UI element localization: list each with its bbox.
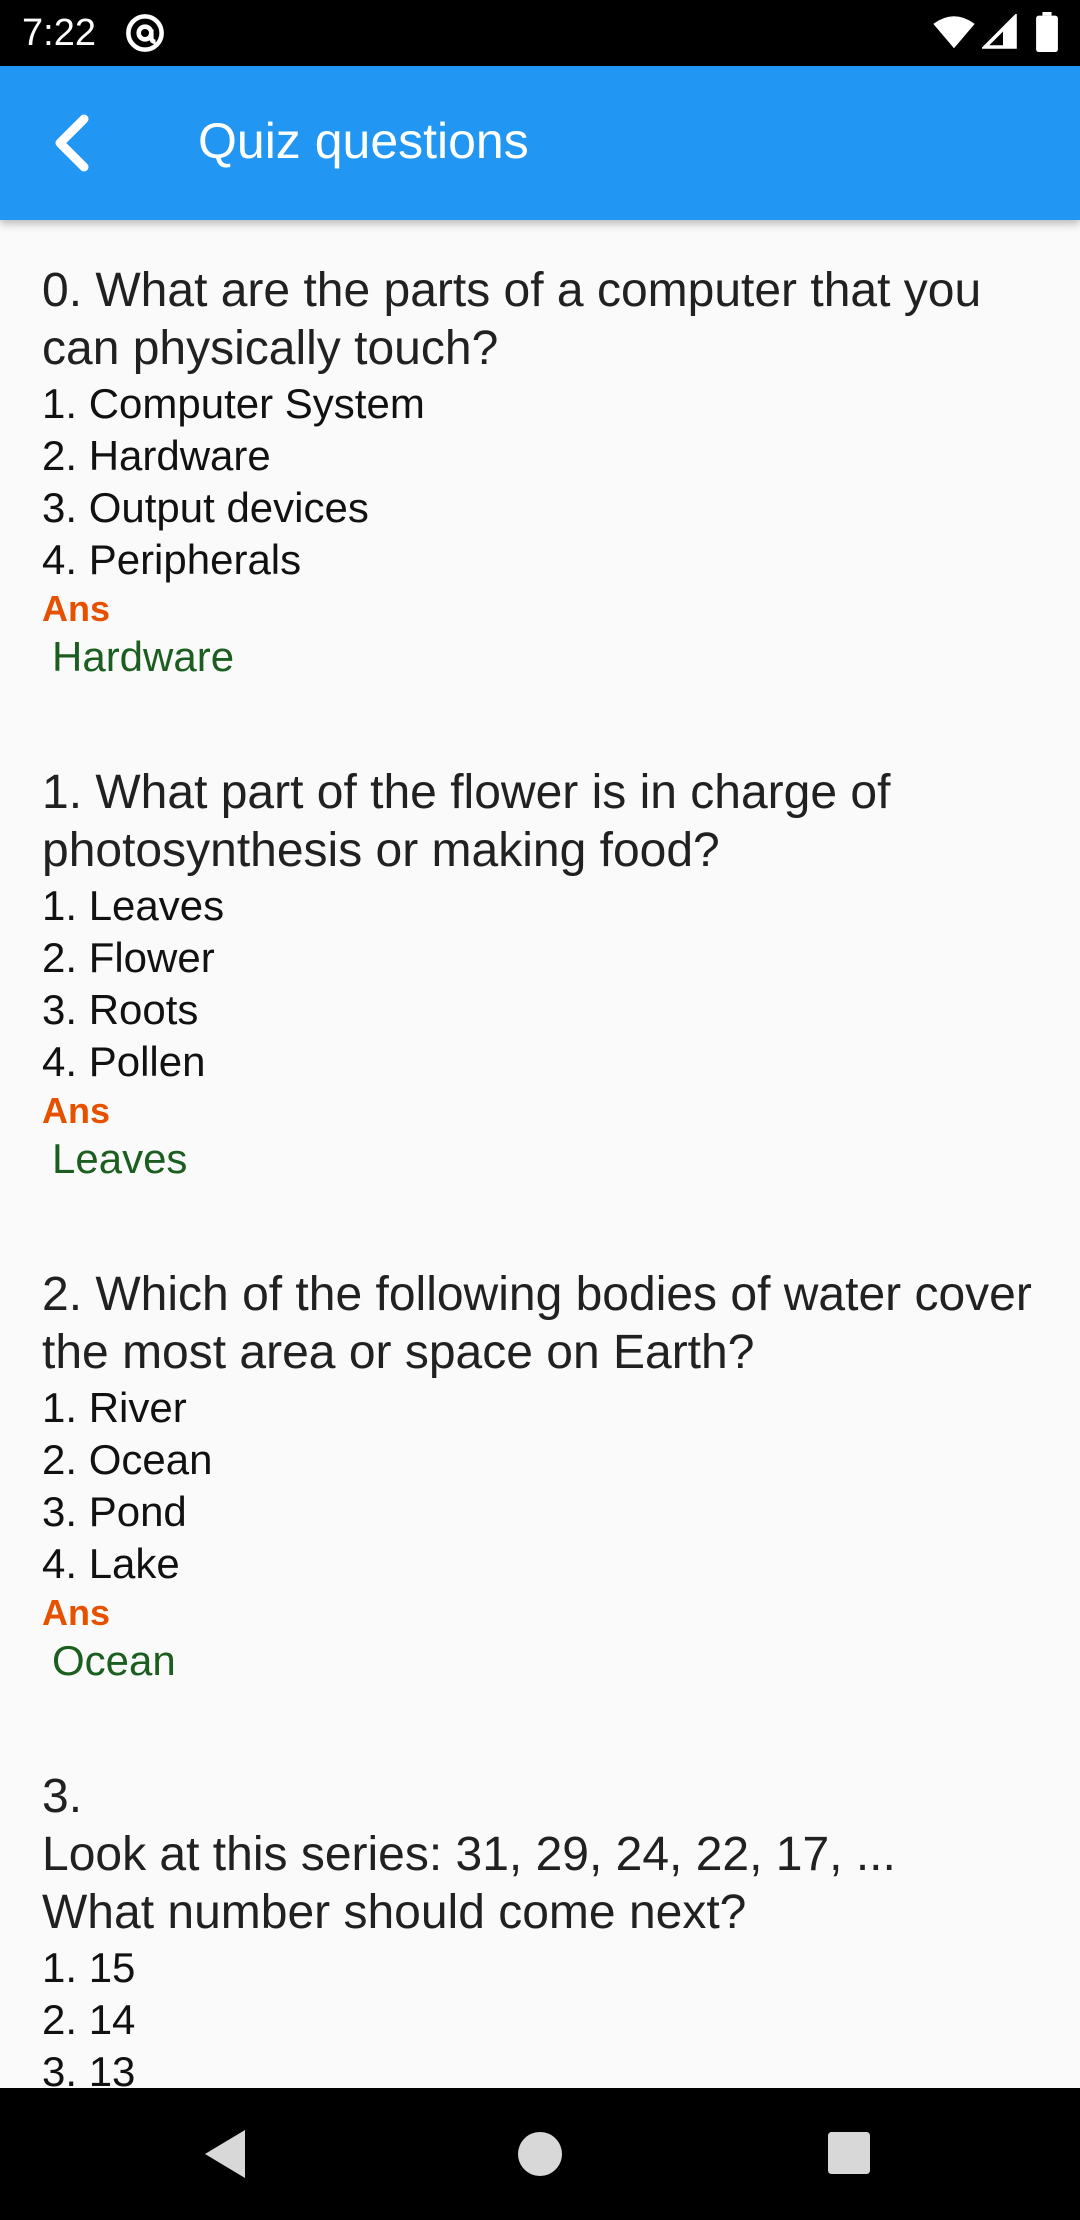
option-text: 4. Pollen <box>42 1038 206 1085</box>
nav-home-icon[interactable] <box>518 2132 562 2176</box>
screen: 7:22 Quiz questions 0. What are the part… <box>0 0 1080 2220</box>
question-item: 0. What are the parts of a computer that… <box>0 220 1080 682</box>
page-title: Quiz questions <box>198 113 529 169</box>
option-text: 3. Output devices <box>42 484 369 531</box>
option-text: 2. Flower <box>42 934 215 981</box>
question-text: 0. What are the parts of a computer that… <box>42 264 982 375</box>
answer-value: Ocean <box>52 1637 176 1684</box>
option-text: 1. Computer System <box>42 380 425 427</box>
option-text: 3. 13 <box>42 2048 136 2088</box>
answer-value: Hardware <box>52 633 235 680</box>
question-text: 1. What part of the flower is in charge … <box>42 766 891 877</box>
at-sign-icon <box>126 14 164 52</box>
app-bar: Quiz questions <box>0 66 1080 220</box>
option-text: 1. 15 <box>42 1944 136 1991</box>
question-item: 1. What part of the flower is in charge … <box>0 682 1080 1184</box>
status-bar: 7:22 <box>0 0 1080 66</box>
option-text: 2. Hardware <box>42 432 271 479</box>
question-item: 3. Look at this series: 31, 29, 24, 22, … <box>0 1686 1080 2088</box>
answer-label: Ans <box>42 1090 111 1131</box>
chevron-left-icon[interactable] <box>36 103 116 183</box>
answer-label: Ans <box>42 1592 111 1633</box>
nav-recents-icon[interactable] <box>828 2132 870 2174</box>
option-text: 4. Lake <box>42 1540 180 1587</box>
option-text: 4. Peripherals <box>42 536 302 583</box>
question-text: 3. Look at this series: 31, 29, 24, 22, … <box>42 1770 896 1939</box>
option-text: 3. Roots <box>42 986 199 1033</box>
option-text: 2. 14 <box>42 1996 136 2043</box>
question-text: 2. Which of the following bodies of wate… <box>42 1268 1032 1379</box>
wifi-icon <box>933 16 975 49</box>
quiz-list[interactable]: 0. What are the parts of a computer that… <box>0 220 1080 2088</box>
option-text: 1. Leaves <box>42 882 225 929</box>
navigation-bar <box>0 2088 1080 2220</box>
answer-label: Ans <box>42 588 111 629</box>
option-text: 1. River <box>42 1384 187 1431</box>
nav-back-icon[interactable] <box>200 2128 250 2180</box>
signal-icon <box>982 14 1017 49</box>
answer-value: Leaves <box>52 1135 188 1182</box>
option-text: 2. Ocean <box>42 1436 213 1483</box>
option-text: 3. Pond <box>42 1488 187 1535</box>
question-item: 2. Which of the following bodies of wate… <box>0 1184 1080 1686</box>
status-time: 7:22 <box>22 12 96 54</box>
battery-icon <box>1036 12 1058 52</box>
